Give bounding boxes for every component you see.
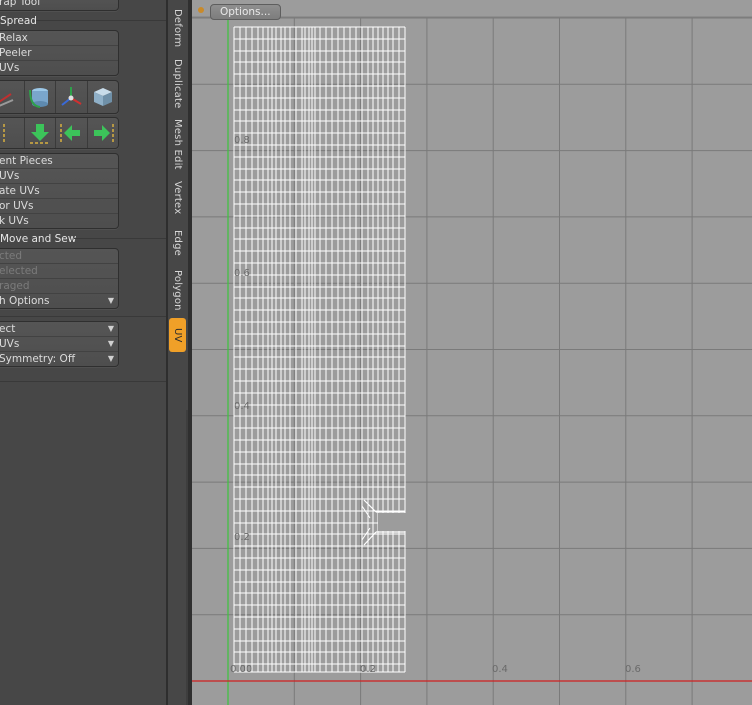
x-axis-label-0-2: 0.2 [360,664,376,675]
chevron-down-icon: ▼ [107,354,114,363]
y-axis-label-0-2: 0.2 [234,532,250,543]
select-mode-dropdown[interactable]: ect ▼ [0,322,118,336]
uv-viewport[interactable]: 0.8 0.6 0.4 0.2 0.00 0.2 0.4 0.6 Options… [192,0,752,705]
uv-edge [361,505,371,519]
relax-tool-icon [0,93,14,107]
x-axis-label-0-00: 0.00 [230,664,253,675]
symmetry-dropdown[interactable]: Symmetry: Off ▼ [0,351,118,366]
sew-options-dropdown[interactable]: h Options ▼ [0,293,118,308]
tab-deform[interactable]: Deform [169,4,186,52]
y-axis-label-0-6: 0.6 [234,268,250,279]
tool-icon-row-2 [0,117,119,149]
chevron-down-icon: ▼ [107,296,114,305]
move-sew-group: cted elected raged h Options ▼ [0,248,119,309]
cube-projection-icon [93,88,112,106]
section-divider [0,316,166,317]
chevron-down-icon: ▼ [107,339,114,348]
tab-uv[interactable]: UV [169,318,186,352]
vertical-tab-bar: Deform Duplicate Mesh Edit Vertex Edge P… [168,0,188,705]
x-axis-label-0-6: 0.6 [625,664,641,675]
sew-unselected-button[interactable]: elected [0,263,118,278]
axis-gizmo-button[interactable] [55,81,87,113]
options-button[interactable]: Options... [210,4,281,20]
sew-selected-button[interactable]: cted [0,249,118,263]
tab-duplicate[interactable]: Duplicate [169,56,186,112]
move-down-button[interactable] [23,118,56,148]
pack-uvs-button[interactable]: k UVs [0,213,118,228]
uvs-button[interactable]: UVs [0,60,118,75]
y-axis-label-0-4: 0.4 [234,401,250,412]
viewport-menu-icon[interactable] [198,7,204,13]
pieces-button[interactable]: ent Pieces [0,154,118,168]
sew-options-label: h Options [0,295,50,307]
cube-projection-button[interactable] [86,81,119,113]
section-divider [74,238,166,239]
uv-edge [363,499,377,513]
uvs-row-button[interactable]: UVs [0,168,118,183]
uv-map-dropdown[interactable]: UVs ▼ [0,336,118,351]
tab-polygon[interactable]: Polygon [169,266,186,314]
move-left-button[interactable] [55,118,87,148]
section-divider [0,381,166,382]
move-right-icon [93,124,114,142]
y-axis-label-0-8: 0.8 [234,135,250,146]
wrap-tool-group: rap Tool [0,0,119,11]
uv-grid-canvas [192,16,752,705]
cylinder-projection-icon [28,88,48,108]
symmetry-label: Symmetry: Off [0,353,76,365]
tab-mesh-edit[interactable]: Mesh Edit [169,116,186,172]
spread-group: Relax Peeler UVs [0,30,119,76]
x-axis-label-0-4: 0.4 [492,664,508,675]
tab-vertex[interactable]: Vertex [169,176,186,220]
panel-splitter [186,410,188,705]
tab-edge[interactable]: Edge [169,224,186,262]
move-left-edge-icon [3,124,5,142]
axis-gizmo-icon [61,87,82,106]
uv-map-label: UVs [0,338,20,350]
uv-notch-gap [378,513,406,531]
tool-icon-row-1 [0,80,119,114]
chevron-down-icon: ▼ [107,324,114,333]
select-mode-label: ect [0,323,16,335]
tool-panel: rap Tool Spread Relax Peeler UVs ent Pie… [0,0,166,705]
cylinder-projection-button[interactable] [23,81,56,113]
relax-tool-button[interactable] [0,81,24,113]
uv-pieces-group: ent Pieces UVs ate UVs or UVs k UVs [0,153,119,229]
move-right-button[interactable] [86,118,119,148]
wrap-tool-button[interactable]: rap Tool [0,0,118,9]
move-down-icon [29,124,50,144]
mirror-uvs-button[interactable]: or UVs [0,198,118,213]
move-left-icon [60,124,81,142]
peeler-button[interactable]: Peeler [0,45,118,60]
move-sew-section-title: Move and Sew [0,233,77,245]
sew-averaged-button[interactable]: raged [0,278,118,293]
relax-button[interactable]: Relax [0,31,118,45]
move-left-edge-button[interactable] [0,118,24,148]
spread-section-title: Spread [0,15,37,27]
select-group: ect ▼ UVs ▼ Symmetry: Off ▼ [0,321,119,367]
rotate-uvs-button[interactable]: ate UVs [0,183,118,198]
section-divider [36,20,166,21]
